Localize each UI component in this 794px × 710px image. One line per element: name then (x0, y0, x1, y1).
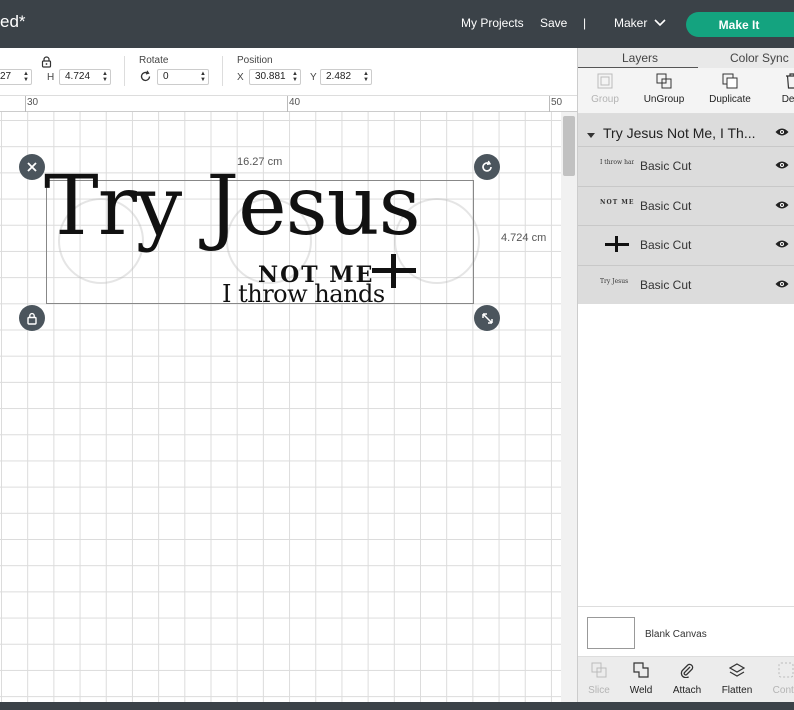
resize-handle-icon[interactable] (474, 305, 500, 331)
rotate-input[interactable]: 0 ▲ ▼ (157, 69, 209, 85)
x-label: X (237, 72, 244, 83)
scrollbar-thumb[interactable] (563, 116, 575, 176)
caret-down-icon[interactable] (587, 130, 595, 142)
ruler-tick (287, 96, 288, 112)
chevron-down-icon[interactable] (654, 18, 666, 30)
eye-icon[interactable] (775, 127, 789, 140)
x-position-input[interactable]: 30.881 ▲ ▼ (249, 69, 301, 85)
stepper-icon[interactable]: ▲ ▼ (200, 71, 206, 83)
layers-list: Try Jesus Not Me, I Th... I throw hands … (578, 114, 794, 304)
y-label: Y (310, 72, 317, 83)
duplicate-button[interactable]: Duplicate (700, 68, 760, 105)
layer-item[interactable]: Try Jesus Basic Cut (578, 265, 794, 304)
lock-ratio-icon[interactable] (41, 56, 52, 71)
attach-button[interactable]: Attach (662, 657, 712, 696)
weld-button[interactable]: Weld (616, 657, 666, 696)
weld-icon (632, 661, 650, 679)
tab-layers[interactable]: Layers (622, 51, 658, 65)
layer-tools: Group UnGroup Duplicate Dele (578, 68, 794, 114)
lock-handle-icon[interactable] (19, 305, 45, 331)
save-link[interactable]: Save (540, 16, 567, 30)
height-dimension-label: 4.724 cm (501, 232, 547, 244)
blank-canvas-row[interactable]: Blank Canvas (578, 606, 794, 656)
width-input[interactable]: 27 ▲ ▼ (0, 69, 32, 85)
layer-operation: Basic Cut (640, 199, 692, 213)
ruler-mark: 30 (27, 97, 39, 108)
height-label: H (47, 72, 55, 83)
nav-divider: | (583, 16, 587, 30)
ruler-mark: 40 (289, 97, 301, 108)
panel-tabs: Layers Color Sync (578, 48, 794, 69)
group-button[interactable]: Group (575, 68, 635, 105)
blank-canvas-label: Blank Canvas (645, 629, 707, 640)
stepper-icon[interactable]: ▲ ▼ (292, 71, 298, 83)
flatten-button[interactable]: Flatten (712, 657, 762, 696)
toolbar-divider (124, 56, 125, 86)
design-text-i-throw-hands[interactable]: I throw hands (222, 280, 385, 308)
my-projects-link[interactable]: My Projects (461, 16, 524, 30)
delete-button[interactable]: Dele (762, 68, 794, 105)
contour-icon (777, 661, 794, 679)
layer-operation: Basic Cut (640, 238, 692, 252)
stepper-icon[interactable]: ▲ ▼ (363, 71, 369, 83)
eye-icon[interactable] (775, 200, 789, 213)
design-text-try-jesus[interactable]: Try Jesus (44, 166, 421, 248)
duplicate-icon (721, 72, 739, 90)
height-input[interactable]: 4.724 ▲ ▼ (59, 69, 111, 85)
canvas-swatch[interactable] (587, 617, 635, 649)
layer-item[interactable]: I throw hands Basic Cut (578, 146, 794, 185)
ruler-tick (549, 96, 550, 112)
stepper-icon[interactable]: ▲ ▼ (102, 71, 108, 83)
cross-thumbnail-icon (605, 236, 629, 255)
ungroup-icon (655, 72, 673, 90)
trash-icon (783, 72, 794, 90)
y-position-input[interactable]: 2.482 ▲ ▼ (320, 69, 372, 85)
project-title: ed* (0, 12, 26, 31)
rotate-icon (139, 70, 152, 86)
layer-item[interactable]: NOT ME Basic Cut (578, 186, 794, 225)
eye-icon[interactable] (775, 160, 789, 173)
edit-toolbar: 27 ▲ ▼ H 4.724 ▲ ▼ Rotate 0 ▲ ▼ Position X … (0, 48, 577, 96)
rotate-label: Rotate (139, 55, 169, 66)
layer-item[interactable]: Basic Cut (578, 225, 794, 264)
horizontal-ruler: 30 40 50 (0, 96, 577, 112)
ruler-mark: 50 (551, 97, 563, 108)
group-title: Try Jesus Not Me, I Th... (603, 125, 756, 141)
eye-icon[interactable] (775, 239, 789, 252)
make-it-button[interactable]: Make It (686, 12, 794, 37)
layer-operation: Basic Cut (640, 159, 692, 173)
contour-button[interactable]: Conto (761, 657, 794, 696)
machine-select[interactable]: Maker (614, 16, 647, 30)
vertical-scrollbar[interactable] (561, 112, 577, 702)
group-icon (596, 72, 614, 90)
layer-thumbnail: NOT ME (600, 199, 634, 206)
stepper-icon[interactable]: ▲ ▼ (23, 71, 29, 83)
layer-thumbnail: I throw hands (600, 159, 634, 166)
flatten-icon (728, 661, 746, 679)
ungroup-button[interactable]: UnGroup (634, 68, 694, 105)
layer-operation: Basic Cut (640, 278, 692, 292)
bottom-tools: Slice Weld Attach Flatten Conto (578, 656, 794, 702)
tab-color-sync[interactable]: Color Sync (730, 51, 789, 65)
ruler-tick (25, 96, 26, 112)
attach-icon (678, 661, 696, 679)
top-bar: ed* My Projects Save | Maker Make It (0, 0, 794, 48)
toolbar-divider (222, 56, 223, 86)
layer-group[interactable]: Try Jesus Not Me, I Th... (578, 118, 794, 148)
slice-icon (590, 661, 608, 679)
delete-handle-close-icon[interactable] (19, 154, 45, 180)
rotate-handle-icon[interactable] (474, 154, 500, 180)
right-panel: Layers Color Sync Group UnGroup Duplicat… (577, 48, 794, 702)
cross-shape[interactable] (372, 254, 416, 293)
eye-icon[interactable] (775, 279, 789, 292)
layer-thumbnail: Try Jesus (600, 278, 629, 285)
bottom-bar (0, 702, 794, 710)
position-label: Position (237, 55, 273, 66)
